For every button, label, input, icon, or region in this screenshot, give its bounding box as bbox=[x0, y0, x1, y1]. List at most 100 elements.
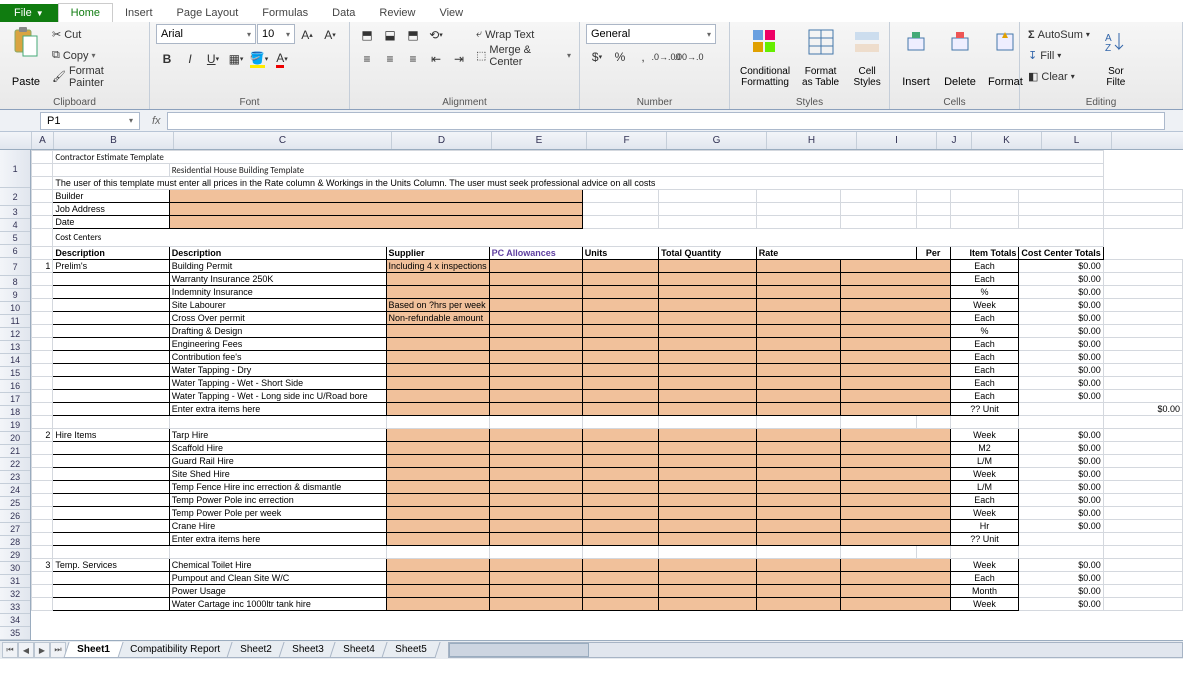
row-header-26[interactable]: 26 bbox=[0, 510, 30, 523]
col-header-E[interactable]: E bbox=[492, 132, 587, 149]
number-format-select[interactable]: General▾ bbox=[586, 24, 716, 44]
row-header-3[interactable]: 3 bbox=[0, 206, 30, 219]
bold-button[interactable]: B bbox=[156, 48, 178, 70]
fill-color-button[interactable]: 🪣▾ bbox=[248, 48, 270, 70]
sheet-tab-compatibility-report[interactable]: Compatibility Report bbox=[116, 642, 233, 658]
row-header-21[interactable]: 21 bbox=[0, 445, 30, 458]
format-painter-button[interactable]: 🖌Format Painter bbox=[50, 66, 143, 87]
fill-button[interactable]: ↧ Fill ▾ bbox=[1026, 45, 1092, 66]
sheet-tab-sheet1[interactable]: Sheet1 bbox=[63, 642, 123, 658]
clear-button[interactable]: ◧ Clear ▾ bbox=[1026, 66, 1092, 87]
cut-button[interactable]: ✂Cut bbox=[50, 24, 143, 45]
row-header-34[interactable]: 34 bbox=[0, 614, 30, 627]
italic-button[interactable]: I bbox=[179, 48, 201, 70]
col-header-J[interactable]: J bbox=[937, 132, 972, 149]
percent-icon[interactable]: % bbox=[609, 46, 631, 68]
row-header-2[interactable]: 2 bbox=[0, 188, 30, 206]
col-header-A[interactable]: A bbox=[32, 132, 54, 149]
tab-page-layout[interactable]: Page Layout bbox=[165, 4, 251, 22]
row-header-7[interactable]: 7 bbox=[0, 258, 30, 276]
underline-button[interactable]: U▾ bbox=[202, 48, 224, 70]
row-header-22[interactable]: 22 bbox=[0, 458, 30, 471]
tab-data[interactable]: Data bbox=[320, 4, 367, 22]
font-size-select[interactable]: 10▾ bbox=[257, 24, 295, 44]
select-all-button[interactable] bbox=[0, 132, 32, 149]
col-header-H[interactable]: H bbox=[767, 132, 857, 149]
horizontal-scrollbar[interactable] bbox=[448, 642, 1183, 658]
row-header-15[interactable]: 15 bbox=[0, 367, 30, 380]
paste-button[interactable]: Paste bbox=[6, 24, 46, 90]
format-as-table-button[interactable]: Format as Table bbox=[798, 24, 843, 90]
name––name-box[interactable]: P1▾ bbox=[40, 112, 140, 130]
copy-button[interactable]: ⧉Copy ▾ bbox=[50, 45, 143, 66]
sheet-tab-sheet3[interactable]: Sheet3 bbox=[278, 642, 337, 658]
col-header-B[interactable]: B bbox=[54, 132, 174, 149]
tab-home[interactable]: Home bbox=[58, 3, 113, 22]
shrink-font-icon[interactable]: A▾ bbox=[319, 24, 341, 46]
row-header-16[interactable]: 16 bbox=[0, 380, 30, 393]
tab-formulas[interactable]: Formulas bbox=[250, 4, 320, 22]
row-header-11[interactable]: 11 bbox=[0, 315, 30, 328]
row-header-12[interactable]: 12 bbox=[0, 328, 30, 341]
row-header-27[interactable]: 27 bbox=[0, 523, 30, 536]
align-top-icon[interactable]: ⬒ bbox=[356, 24, 378, 46]
row-header-25[interactable]: 25 bbox=[0, 497, 30, 510]
col-header-C[interactable]: C bbox=[174, 132, 392, 149]
cell-styles-button[interactable]: Cell Styles bbox=[847, 24, 887, 90]
formula-bar[interactable] bbox=[167, 112, 1165, 130]
merge-center-button[interactable]: ⬚Merge & Center ▾ bbox=[474, 45, 573, 66]
font-name-select[interactable]: Arial▾ bbox=[156, 24, 256, 44]
row-header-10[interactable]: 10 bbox=[0, 302, 30, 315]
cell-grid[interactable]: Contractor Estimate TemplateResidential … bbox=[31, 150, 1183, 640]
row-header-1[interactable]: 1 bbox=[0, 150, 30, 188]
row-header-5[interactable]: 5 bbox=[0, 232, 30, 245]
row-header-19[interactable]: 19 bbox=[0, 419, 30, 432]
insert-cells-button[interactable]: Insert bbox=[896, 24, 936, 90]
col-header-K[interactable]: K bbox=[972, 132, 1042, 149]
row-header-31[interactable]: 31 bbox=[0, 575, 30, 588]
align-left-icon[interactable]: ≡ bbox=[356, 48, 378, 70]
currency-icon[interactable]: $▾ bbox=[586, 46, 608, 68]
tab-view[interactable]: View bbox=[427, 4, 475, 22]
row-header-29[interactable]: 29 bbox=[0, 549, 30, 562]
col-header-I[interactable]: I bbox=[857, 132, 937, 149]
tab-nav-first-icon[interactable]: ⏮ bbox=[2, 642, 18, 658]
dec-decimal-icon[interactable]: .00→.0 bbox=[678, 46, 700, 68]
row-header-6[interactable]: 6 bbox=[0, 245, 30, 258]
indent-dec-icon[interactable]: ⇤ bbox=[425, 48, 447, 70]
fx-icon[interactable]: fx bbox=[146, 115, 167, 127]
row-header-24[interactable]: 24 bbox=[0, 484, 30, 497]
row-header-4[interactable]: 4 bbox=[0, 219, 30, 232]
row-header-30[interactable]: 30 bbox=[0, 562, 30, 575]
row-header-32[interactable]: 32 bbox=[0, 588, 30, 601]
autosum-button[interactable]: Σ AutoSum ▾ bbox=[1026, 24, 1092, 45]
row-header-18[interactable]: 18 bbox=[0, 406, 30, 419]
row-header-17[interactable]: 17 bbox=[0, 393, 30, 406]
row-header-28[interactable]: 28 bbox=[0, 536, 30, 549]
tab-review[interactable]: Review bbox=[367, 4, 427, 22]
col-header-G[interactable]: G bbox=[667, 132, 767, 149]
sheet-tab-sheet4[interactable]: Sheet4 bbox=[330, 642, 389, 658]
indent-inc-icon[interactable]: ⇥ bbox=[448, 48, 470, 70]
tab-insert[interactable]: Insert bbox=[113, 4, 165, 22]
col-header-F[interactable]: F bbox=[587, 132, 667, 149]
row-header-13[interactable]: 13 bbox=[0, 341, 30, 354]
font-color-button[interactable]: A▾ bbox=[271, 48, 293, 70]
tab-nav-next-icon[interactable]: ▶ bbox=[34, 642, 50, 658]
conditional-formatting-button[interactable]: Conditional Formatting bbox=[736, 24, 794, 90]
row-header-35[interactable]: 35 bbox=[0, 627, 30, 640]
tab-nav-prev-icon[interactable]: ◀ bbox=[18, 642, 34, 658]
border-button[interactable]: ▦▾ bbox=[225, 48, 247, 70]
col-header-D[interactable]: D bbox=[392, 132, 492, 149]
row-header-20[interactable]: 20 bbox=[0, 432, 30, 445]
align-center-icon[interactable]: ≡ bbox=[379, 48, 401, 70]
sort-filter-button[interactable]: AZSor Filte bbox=[1096, 24, 1136, 90]
align-right-icon[interactable]: ≡ bbox=[402, 48, 424, 70]
col-header-L[interactable]: L bbox=[1042, 132, 1112, 149]
row-header-14[interactable]: 14 bbox=[0, 354, 30, 367]
align-bottom-icon[interactable]: ⬒ bbox=[402, 24, 424, 46]
row-header-33[interactable]: 33 bbox=[0, 601, 30, 614]
delete-cells-button[interactable]: Delete bbox=[940, 24, 980, 90]
sheet-tab-sheet2[interactable]: Sheet2 bbox=[226, 642, 285, 658]
sheet-tab-sheet5[interactable]: Sheet5 bbox=[381, 642, 440, 658]
